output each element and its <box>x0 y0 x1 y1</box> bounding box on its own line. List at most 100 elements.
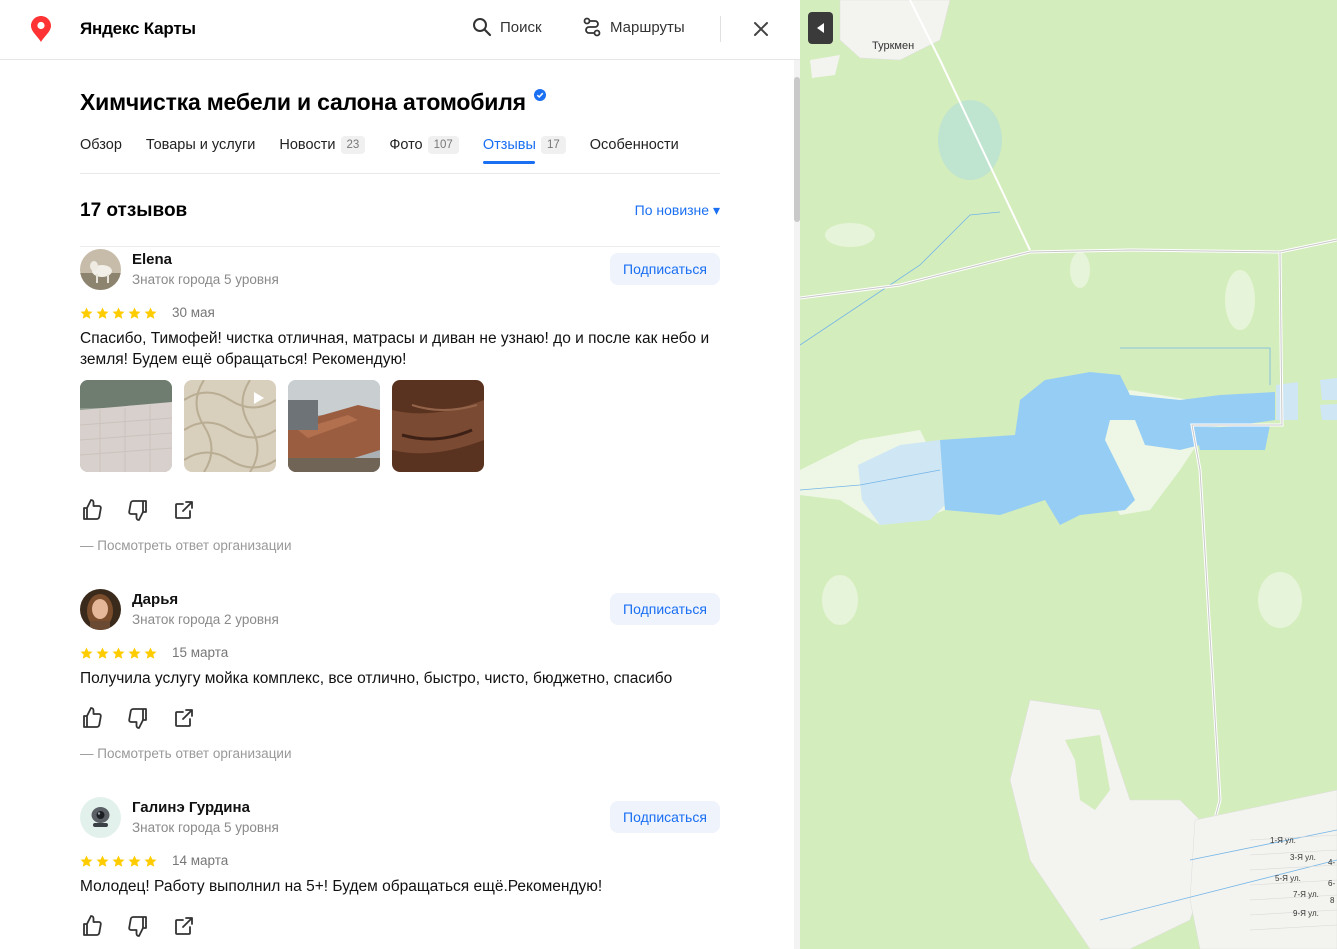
review-author[interactable]: Галинэ Гурдина <box>132 799 250 816</box>
map-canvas <box>800 0 1337 949</box>
star-icon <box>80 647 93 659</box>
like-icon[interactable] <box>80 498 104 522</box>
search-icon <box>473 18 492 37</box>
tab-label: Обзор <box>80 137 122 153</box>
section-divider <box>80 246 720 247</box>
place-panel: Яндекс Карты Поиск Маршруты Химчистка ме… <box>0 0 800 949</box>
rating-stars <box>80 647 157 660</box>
street-label: 1-Я ул. <box>1270 836 1296 845</box>
close-icon[interactable] <box>750 18 772 40</box>
star-icon <box>96 307 109 319</box>
tab-label: Новости <box>279 137 336 153</box>
street-label: 5-Я ул. <box>1275 874 1301 883</box>
page-title: Химчистка мебели и салона атомобиля <box>80 89 526 115</box>
review-date: 14 марта <box>172 853 229 868</box>
avatar[interactable] <box>80 797 121 838</box>
star-icon <box>144 855 157 867</box>
review-photo[interactable] <box>80 380 172 472</box>
subscribe-button[interactable]: Подписаться <box>610 801 720 833</box>
map-place-label[interactable]: Туркмен <box>872 40 914 52</box>
street-label: 3-Я ул. <box>1290 853 1316 862</box>
tab-count-badge: 17 <box>540 136 566 154</box>
star-icon <box>112 647 125 659</box>
dislike-icon[interactable] <box>126 498 150 522</box>
tab-goods-services[interactable]: Товары и услуги <box>146 136 255 174</box>
tab-reviews[interactable]: Отзывы 17 <box>482 136 566 174</box>
toolbar-divider <box>720 16 721 42</box>
sort-dropdown[interactable]: По новизне ▾ <box>635 202 720 219</box>
org-reply-link[interactable]: — Посмотреть ответ организации <box>80 746 292 761</box>
review-text: Спасибо, Тимофей! чистка отличная, матра… <box>80 330 710 368</box>
map-view[interactable]: Туркмен 1-Я ул. 3-Я ул. 4- 5-Я ул. 6- 7-… <box>800 0 1337 949</box>
subscribe-button[interactable]: Подписаться <box>610 593 720 625</box>
author-level: Знаток города 5 уровня <box>132 820 279 835</box>
org-reply-link[interactable]: — Посмотреть ответ организации <box>80 538 292 553</box>
share-icon[interactable] <box>172 914 196 938</box>
top-bar: Яндекс Карты Поиск Маршруты <box>0 0 800 60</box>
review-video[interactable] <box>184 380 276 472</box>
dislike-icon[interactable] <box>126 706 150 730</box>
tab-photos[interactable]: Фото 107 <box>389 136 459 174</box>
street-label: 9-Я ул. <box>1293 909 1319 918</box>
review-date: 15 марта <box>172 645 229 660</box>
tab-label: Отзывы <box>482 137 536 153</box>
review-photo[interactable] <box>288 380 380 472</box>
avatar[interactable] <box>80 589 121 630</box>
review-text: Получила услугу мойка комплекс, все отли… <box>80 670 673 687</box>
routes-label: Маршруты <box>610 18 685 36</box>
street-label: 6- <box>1328 879 1336 888</box>
share-icon[interactable] <box>172 498 196 522</box>
star-icon <box>144 647 157 659</box>
review-author[interactable]: Дарья <box>132 591 178 608</box>
rating-stars <box>80 307 157 320</box>
routes-button[interactable]: Маршруты <box>582 17 685 37</box>
star-icon <box>96 855 109 867</box>
yandex-maps-logo-icon[interactable] <box>31 16 51 42</box>
review-author[interactable]: Elena <box>132 251 172 268</box>
star-icon <box>128 855 141 867</box>
review-text: Молодец! Работу выполнил на 5+! Будем об… <box>80 878 603 895</box>
search-button[interactable]: Поиск <box>472 17 542 37</box>
tab-label: Товары и услуги <box>145 137 256 153</box>
street-label: 8 <box>1330 896 1335 905</box>
subscribe-button[interactable]: Подписаться <box>610 253 720 285</box>
like-icon[interactable] <box>80 706 104 730</box>
tab-overview[interactable]: Обзор <box>80 136 122 174</box>
reviews-count-heading: 17 отзывов <box>80 200 188 221</box>
brand-name[interactable]: Яндекс Карты <box>80 19 196 39</box>
collapse-panel-button[interactable] <box>808 12 833 44</box>
star-icon <box>112 855 125 867</box>
rating-stars <box>80 855 157 868</box>
review-photos <box>80 380 484 472</box>
review-actions <box>80 706 196 730</box>
star-icon <box>80 307 93 319</box>
tab-features[interactable]: Особенности <box>590 136 679 174</box>
star-icon <box>128 307 141 319</box>
author-level: Знаток города 2 уровня <box>132 612 279 627</box>
review-photo[interactable] <box>392 380 484 472</box>
star-icon <box>128 647 141 659</box>
star-icon <box>144 307 157 319</box>
street-label: 7-Я ул. <box>1293 890 1319 899</box>
star-icon <box>112 307 125 319</box>
org-reply-label: Посмотреть ответ организации <box>97 746 292 761</box>
star-icon <box>96 647 109 659</box>
search-label: Поиск <box>500 18 542 36</box>
tab-count-badge: 23 <box>340 136 366 154</box>
like-icon[interactable] <box>80 914 104 938</box>
tab-bar: Обзор Товары и услуги Новости 23 Фото 10… <box>80 136 720 174</box>
share-icon[interactable] <box>172 706 196 730</box>
review-date: 30 мая <box>172 305 215 320</box>
chevron-left-icon <box>816 23 824 33</box>
tab-news[interactable]: Новости 23 <box>279 136 366 174</box>
tab-label: Особенности <box>589 137 679 153</box>
author-level: Знаток города 5 уровня <box>132 272 279 287</box>
street-label: 4- <box>1328 858 1336 867</box>
route-icon <box>583 17 601 37</box>
org-reply-label: Посмотреть ответ организации <box>97 538 292 553</box>
dislike-icon[interactable] <box>126 914 150 938</box>
tab-label: Фото <box>389 137 423 153</box>
review-actions <box>80 914 196 938</box>
star-icon <box>80 855 93 867</box>
avatar[interactable] <box>80 249 121 290</box>
